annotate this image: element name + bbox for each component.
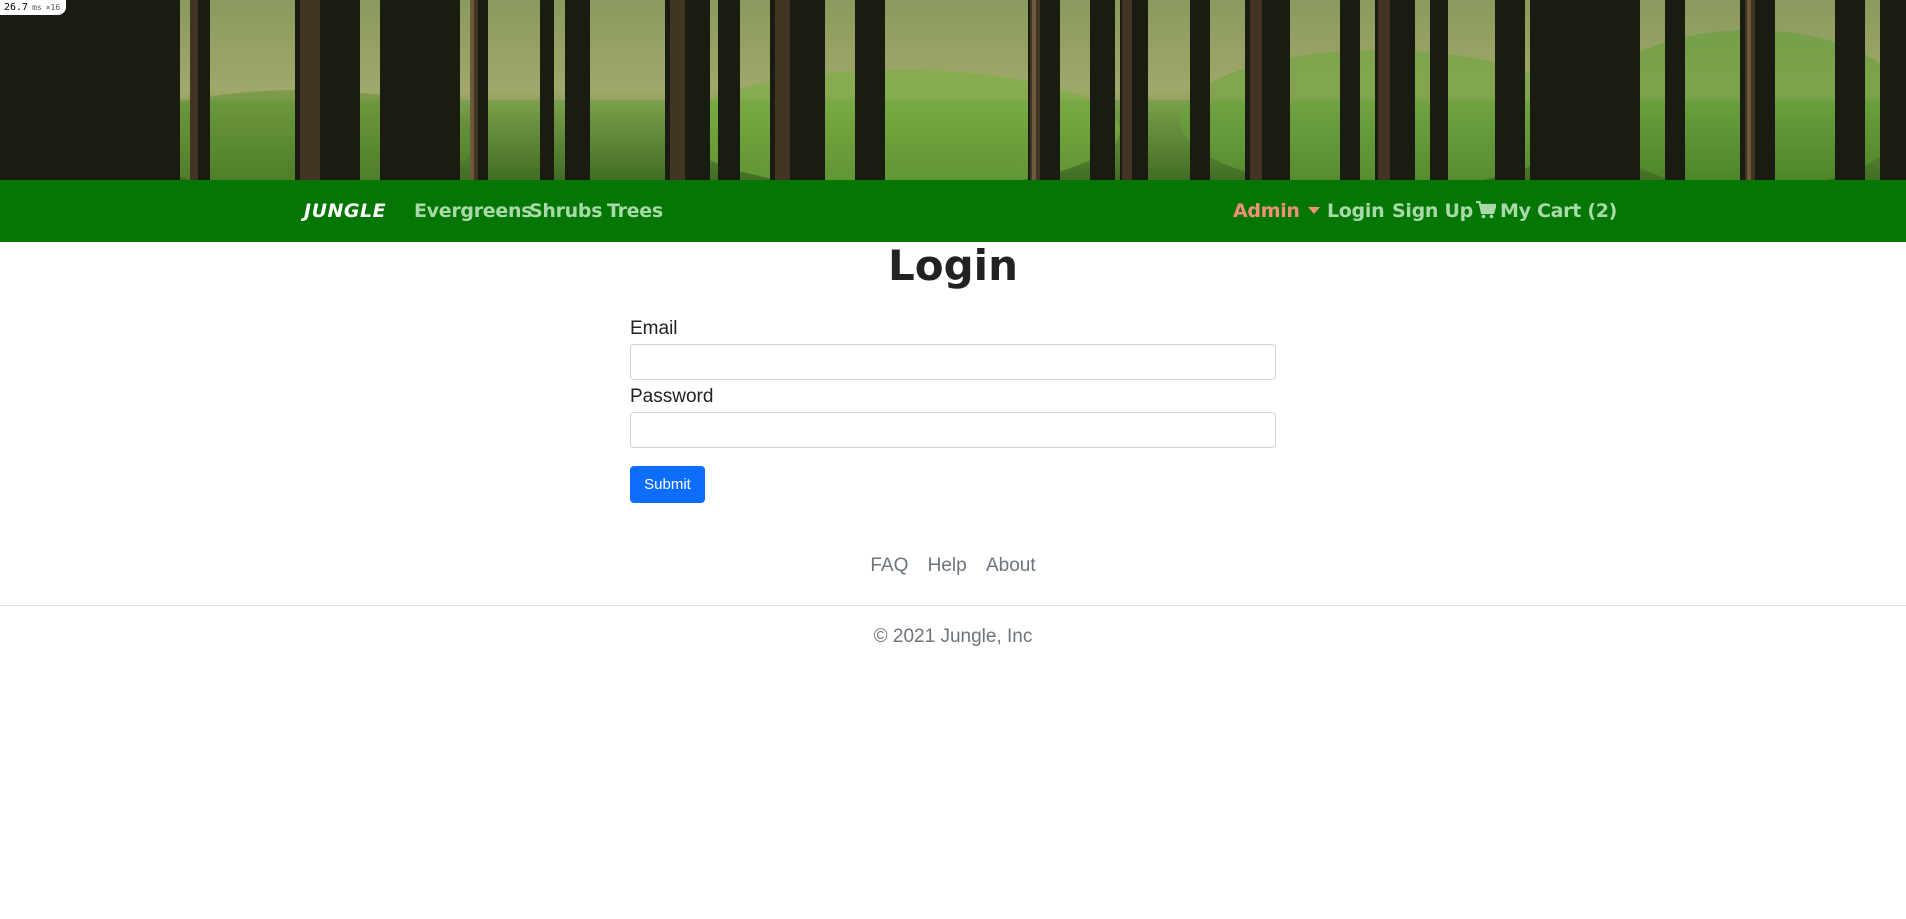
footer-divider — [0, 605, 1906, 606]
password-label: Password — [630, 386, 714, 407]
copyright-text: © 2021 Jungle, Inc — [873, 626, 1033, 647]
page-title: Login — [888, 241, 1018, 290]
email-field[interactable] — [630, 344, 1276, 380]
admin-dropdown-toggle[interactable]: Admin — [1233, 180, 1320, 242]
nav-link-evergreens[interactable]: Evergreens — [414, 180, 533, 242]
footer-link-faq[interactable]: FAQ — [870, 555, 908, 576]
submit-button[interactable]: Submit — [630, 466, 705, 503]
footer-links: FAQ Help About — [0, 555, 1906, 577]
password-field[interactable] — [630, 412, 1276, 448]
brand-logo-link[interactable]: JUNGLE — [304, 180, 386, 242]
perf-overlay: 26.7 ms ×16 — [0, 0, 67, 15]
email-label: Email — [630, 318, 678, 339]
forest-banner-image — [0, 0, 1906, 180]
nav-link-login[interactable]: Login — [1327, 180, 1385, 242]
footer-link-about[interactable]: About — [986, 555, 1036, 576]
perf-multiplier: ×16 — [45, 2, 61, 12]
nav-link-shrubs[interactable]: Shrubs — [529, 180, 603, 242]
nav-link-sign-up[interactable]: Sign Up — [1392, 180, 1473, 242]
shopping-cart-icon — [1476, 182, 1497, 244]
caret-down-icon — [1307, 207, 1320, 214]
cart-label: My Cart (2) — [1500, 200, 1618, 222]
nav-link-my-cart[interactable]: My Cart (2) — [1476, 180, 1617, 242]
footer-link-help[interactable]: Help — [928, 555, 967, 576]
nav-link-trees[interactable]: Trees — [607, 180, 663, 242]
perf-value: 26.7 — [4, 1, 29, 13]
top-navbar: JUNGLE Evergreens Shrubs Trees Admin Log… — [0, 180, 1906, 242]
admin-label: Admin — [1233, 200, 1300, 222]
perf-unit: ms — [32, 2, 42, 12]
